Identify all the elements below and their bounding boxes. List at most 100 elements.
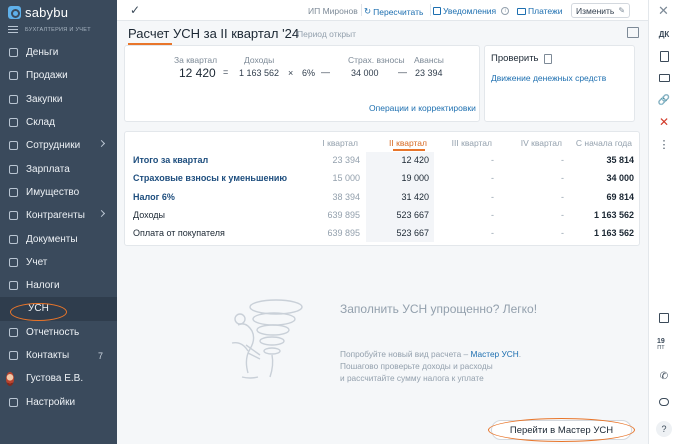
cell-q3: - <box>491 155 494 165</box>
calendar-button[interactable]: 19 ПТ <box>657 338 665 352</box>
sabybu-logo-icon <box>8 5 21 19</box>
row-name[interactable]: Страховые взносы к уменьшению <box>133 173 287 183</box>
sidebar-item-label: Контакты <box>26 350 70 361</box>
menu-icon[interactable] <box>8 26 18 33</box>
payments-button[interactable]: Платежи <box>517 6 562 16</box>
sidebar-item-label: Имущество <box>26 186 80 198</box>
row-name[interactable]: Итого за квартал <box>133 155 208 165</box>
header-q2[interactable]: II квартал <box>389 138 427 148</box>
sidebar-item-label: Густова Е.В. <box>26 373 84 385</box>
cell-q2: 19 000 <box>401 173 429 184</box>
quarter-value: 12 420 <box>179 66 216 80</box>
sidebar-item-13[interactable]: Контакты 7 <box>0 344 117 367</box>
avatar <box>6 371 14 386</box>
sidebar-item-12[interactable]: Отчетность <box>0 321 117 344</box>
info-icon[interactable]: i <box>501 7 510 15</box>
delete-icon[interactable]: ✕ <box>655 114 673 130</box>
sidebar-item-4[interactable]: Сотрудники <box>0 134 117 157</box>
divider <box>361 4 362 16</box>
more-icon[interactable]: ⋮ <box>655 136 673 152</box>
check-card: Проверить Движение денежных средств <box>484 45 635 122</box>
payments-label: Платежи <box>528 6 563 16</box>
sidebar-item-15[interactable]: Настройки <box>0 390 117 413</box>
operations-link[interactable]: Операции и корректировки <box>369 103 476 113</box>
sidebar: sabybu БУХГАЛТЕРИЯ И УЧЕТ Деньги Продажи З… <box>0 0 117 444</box>
table-row[interactable]: Итого за квартал 23 394 12 420 - - 35 814 <box>125 152 641 170</box>
cell-q3: - <box>491 228 494 239</box>
tornado-illustration <box>231 299 303 379</box>
toolbar: ✓ ИП Миронов ↻ Пересчитать Уведомления i… <box>117 0 648 21</box>
table-row[interactable]: Оплата от покупателя 639 895 523 667 - - 1 16… <box>125 225 641 243</box>
cell-q1: 38 394 <box>332 191 360 202</box>
header-q3[interactable]: III квартал <box>452 138 492 148</box>
sidebar-item-label: Зарплата <box>26 163 70 175</box>
header-q4[interactable]: IV квартал <box>521 138 562 148</box>
cell-q4: - <box>561 228 564 239</box>
row-name: Доходы <box>133 209 166 220</box>
sidebar-item-1[interactable]: Продажи <box>0 64 117 87</box>
cell-ytd: 34 000 <box>606 173 634 184</box>
calendar-weekday: ПТ <box>657 345 665 351</box>
sidebar-item-8[interactable]: Документы <box>0 227 117 250</box>
cell-q1: 15 000 <box>332 173 360 184</box>
cell-q3: - <box>491 209 494 220</box>
sidebar-item-label: Склад <box>26 117 55 129</box>
checkmark-icon[interactable]: ✓ <box>130 3 140 17</box>
cart-icon <box>8 70 19 81</box>
contrib-label: Страх. взносы <box>348 55 405 65</box>
rate-value: 6% <box>302 68 316 78</box>
cell-ytd: 35 814 <box>606 155 634 165</box>
pencil-icon: ✎ <box>618 6 626 15</box>
cell-ytd: 69 814 <box>606 191 634 202</box>
documents-icon <box>8 234 19 245</box>
notes-icon[interactable] <box>655 310 673 326</box>
sidebar-item-10[interactable]: Налоги <box>0 274 117 297</box>
promo-line-1: Попробуйте новый вид расчета – Мастер УС… <box>340 348 570 360</box>
edit-document-icon[interactable] <box>627 27 639 38</box>
clipboard-icon[interactable] <box>655 48 673 64</box>
sidebar-item-9[interactable]: Учет <box>0 251 117 274</box>
cell-ytd: 1 163 562 <box>593 209 634 220</box>
cell-q2: 523 667 <box>396 228 429 239</box>
organization-name[interactable]: ИП Миронов <box>308 6 358 16</box>
chat-icon[interactable] <box>655 394 673 410</box>
sidebar-item-3[interactable]: Склад <box>0 111 117 134</box>
help-button[interactable]: ? <box>656 421 672 437</box>
master-usn-link[interactable]: Мастер УСН <box>470 349 518 359</box>
table-row[interactable]: Налог 6% 38 394 31 420 - - 69 814 <box>125 189 641 207</box>
gear-icon <box>8 397 19 408</box>
sidebar-item-6[interactable]: Имущество <box>0 181 117 204</box>
copy-icon[interactable] <box>543 53 552 64</box>
edit-button[interactable]: Изменить ✎ <box>571 3 631 18</box>
advance-label: Авансы <box>414 55 444 65</box>
cashflow-link[interactable]: Движение денежных средств <box>491 73 606 83</box>
table-row[interactable]: Страховые взносы к уменьшению 15 000 19 00… <box>125 170 641 188</box>
phone-icon[interactable]: ✆ <box>655 368 673 384</box>
sidebar-item-5[interactable]: Зарплата <box>0 157 117 180</box>
notifications-button[interactable]: Уведомления i <box>433 6 510 16</box>
cell-q3: - <box>491 191 494 202</box>
header-q1[interactable]: I квартал <box>322 138 358 148</box>
sidebar-item-0[interactable]: Деньги <box>0 41 117 64</box>
active-quarter-underline <box>393 149 425 151</box>
row-name[interactable]: Налог 6% <box>133 192 175 202</box>
close-icon[interactable]: ✕ <box>658 3 669 19</box>
sidebar-header[interactable]: БУХГАЛТЕРИЯ И УЧЕТ <box>8 26 91 33</box>
ledger-icon <box>8 257 19 268</box>
recalc-button[interactable]: ↻ Пересчитать <box>364 6 423 17</box>
chat-icon <box>8 350 19 361</box>
period-status: Период открыт <box>297 29 357 39</box>
print-icon[interactable] <box>655 70 673 86</box>
link-icon[interactable]: 🔗 <box>655 92 673 108</box>
dk-button[interactable]: ДК <box>655 26 673 42</box>
calendar-day: 19 <box>657 338 665 345</box>
table-row[interactable]: Доходы 639 895 523 667 - - 1 163 562 <box>125 207 641 225</box>
sidebar-item-2[interactable]: Закупки <box>0 88 117 111</box>
sidebar-item-14[interactable]: Густова Е.В. <box>0 367 117 390</box>
count-badge: 7 <box>98 350 104 361</box>
notifications-label: Уведомления <box>443 6 497 16</box>
avatar <box>6 371 19 386</box>
usn-highlight-ring <box>10 303 67 321</box>
sidebar-item-7[interactable]: Контрагенты <box>0 204 117 227</box>
app-logo[interactable]: sabybu <box>8 3 68 21</box>
